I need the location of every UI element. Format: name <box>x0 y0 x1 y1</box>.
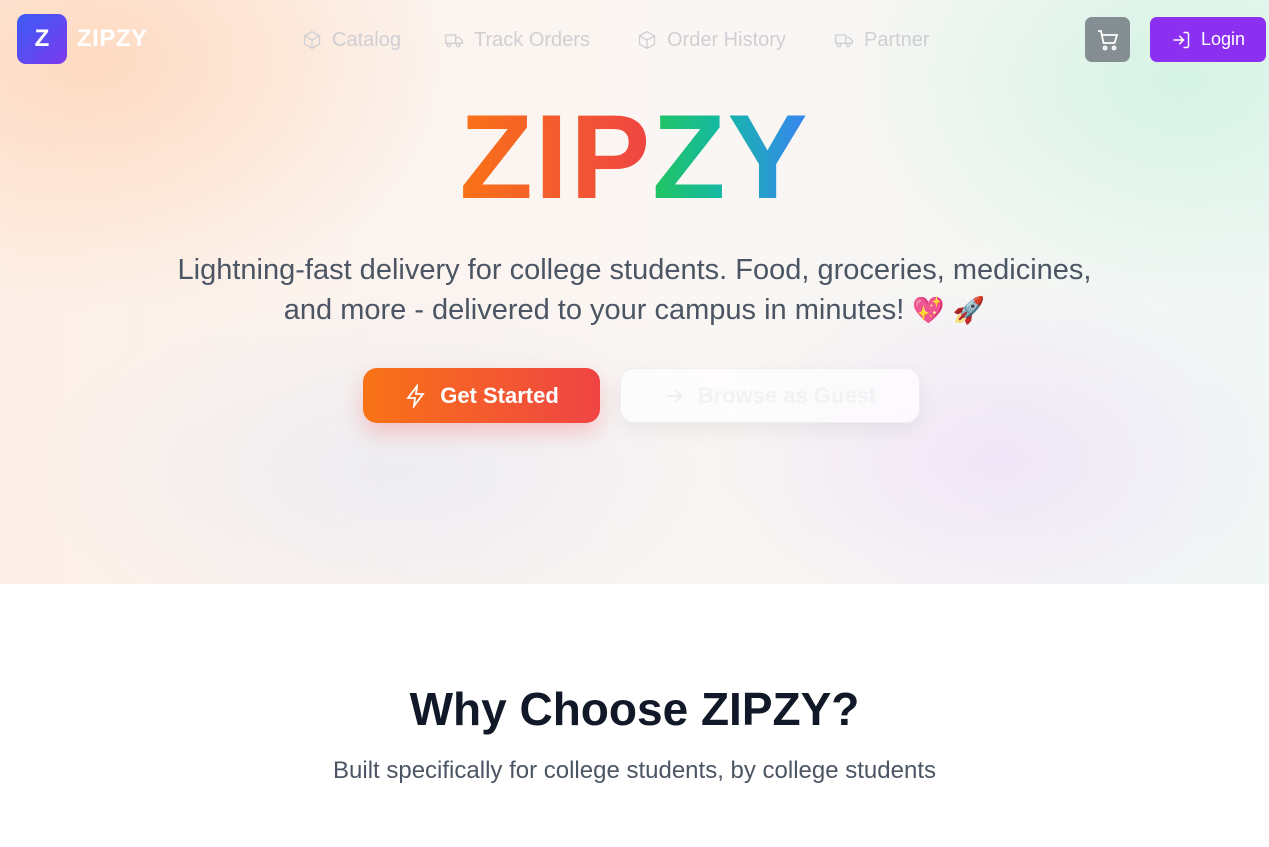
get-started-label: Get Started <box>440 382 559 408</box>
nav-item-label: Partner <box>864 28 930 51</box>
lightning-icon <box>406 383 426 408</box>
nav-item-label: Catalog <box>332 28 401 51</box>
arrow-right-icon <box>667 389 683 402</box>
nav-item-order-history[interactable]: Order History <box>637 26 786 54</box>
rocket-icon: 🚀 <box>952 296 986 326</box>
hero-title-part2: ZY <box>652 90 810 224</box>
hero-title-part1: ZIP <box>459 90 653 224</box>
get-started-button[interactable]: Get Started <box>363 368 600 423</box>
nav-item-label: Track Orders <box>474 28 590 51</box>
nav-item-track-orders[interactable]: Track Orders <box>444 26 590 54</box>
box-icon <box>638 30 656 50</box>
cart-icon <box>1097 29 1118 50</box>
logo-letter: Z <box>34 25 50 52</box>
nav-item-catalog[interactable]: Catalog <box>302 26 401 54</box>
truck-icon <box>835 34 853 48</box>
box-icon <box>303 30 321 50</box>
browse-as-guest-button[interactable]: Browse as Guest <box>620 368 920 423</box>
login-label: Login <box>1200 29 1246 49</box>
truck-icon <box>445 34 463 48</box>
brand-name[interactable]: ZIPZY <box>77 25 148 53</box>
features-title: Why Choose ZIPZY? <box>409 683 860 735</box>
login-button[interactable]: Login <box>1150 17 1266 62</box>
nav-item-partner[interactable]: Partner <box>834 26 930 54</box>
nav-item-label: Order History <box>667 28 786 51</box>
logo-badge[interactable]: Z <box>17 14 67 64</box>
sparkling-heart-icon: 💖 <box>912 296 945 326</box>
login-icon <box>1173 31 1190 48</box>
browse-guest-label: Browse as Guest <box>697 382 877 408</box>
cart-button[interactable] <box>1085 17 1130 62</box>
features-subtitle: Built specifically for college students,… <box>333 757 936 784</box>
hero-tagline: Lightning-fast delivery for college stud… <box>150 250 1119 331</box>
hero-title: ZIPZY <box>0 92 1269 222</box>
